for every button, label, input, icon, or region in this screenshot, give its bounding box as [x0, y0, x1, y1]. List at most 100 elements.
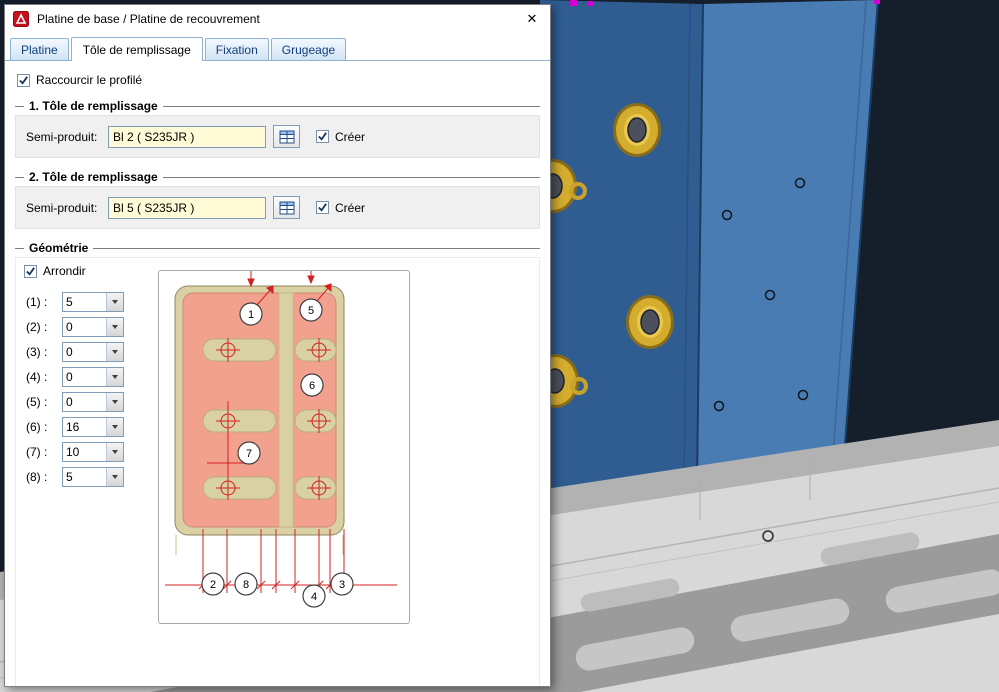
param-1-value[interactable]: [63, 293, 106, 311]
svg-text:5: 5: [308, 305, 314, 317]
checkmark-icon: [18, 75, 29, 86]
round-checkbox[interactable]: [24, 265, 37, 278]
param-5-value[interactable]: [63, 393, 106, 411]
group-filler-plate-1: 1. Tôle de remplissage Semi-produit:: [15, 99, 540, 158]
param-4-combobox[interactable]: [62, 367, 124, 387]
tab-strip: Platine Tôle de remplissage Fixation Gru…: [5, 33, 550, 60]
geometry-diagram: 1 5 6 7 2 8 4 3: [158, 270, 410, 624]
param-3-combobox[interactable]: [62, 342, 124, 362]
dropdown-button[interactable]: [106, 318, 123, 336]
window-title: Platine de base / Platine de recouvremen…: [37, 12, 514, 26]
param-1-combobox[interactable]: [62, 292, 124, 312]
group-geometry: Géométrie Arrondir (1) : (2) :: [15, 241, 540, 686]
param-4-value[interactable]: [63, 368, 106, 386]
param-8-combobox[interactable]: [62, 467, 124, 487]
tab-fixation[interactable]: Fixation: [205, 38, 269, 60]
dropdown-button[interactable]: [106, 293, 123, 311]
dropdown-button[interactable]: [106, 343, 123, 361]
group-rule: [163, 106, 540, 107]
param-3-value[interactable]: [63, 343, 106, 361]
tab-platine[interactable]: Platine: [10, 38, 69, 60]
dialog-window: Platine de base / Platine de recouvremen…: [4, 4, 551, 687]
create-checkbox-2[interactable]: [316, 201, 329, 214]
chevron-down-icon: [112, 375, 118, 379]
svg-text:7: 7: [246, 448, 252, 460]
anchor-bolt[interactable]: [613, 103, 661, 157]
param-6-combobox[interactable]: [62, 417, 124, 437]
tab-label: Grugeage: [282, 43, 335, 57]
chevron-down-icon: [112, 300, 118, 304]
close-button[interactable]: ✕: [514, 6, 550, 32]
param-label-6: (6) :: [26, 420, 62, 434]
svg-text:8: 8: [243, 579, 249, 591]
callout-4: 4: [303, 585, 325, 607]
checkmark-icon: [25, 266, 36, 277]
group-title: 1. Tôle de remplissage: [29, 99, 158, 113]
title-bar[interactable]: Platine de base / Platine de recouvremen…: [5, 5, 550, 33]
callout-8: 8: [235, 573, 257, 595]
param-2-combobox[interactable]: [62, 317, 124, 337]
param-label-2: (2) :: [26, 320, 62, 334]
tab-grugeage[interactable]: Grugeage: [271, 38, 346, 60]
table-icon: [279, 201, 295, 215]
semi-product-input-1[interactable]: [108, 126, 266, 148]
group-rule: [15, 248, 24, 249]
close-icon: ✕: [527, 11, 538, 27]
catalog-button-2[interactable]: [273, 196, 300, 219]
tab-page: Raccourcir le profilé 1. Tôle de remplis…: [5, 60, 550, 686]
dropdown-button[interactable]: [106, 468, 123, 486]
param-label-8: (8) :: [26, 470, 62, 484]
callout-7: 7: [238, 442, 260, 464]
chevron-down-icon: [112, 325, 118, 329]
group-rule: [163, 177, 540, 178]
param-label-3: (3) :: [26, 345, 62, 359]
chevron-down-icon: [112, 400, 118, 404]
round-label: Arrondir: [43, 264, 86, 278]
semi-product-label: Semi-produit:: [26, 130, 108, 144]
svg-text:4: 4: [311, 591, 317, 603]
semi-product-label: Semi-produit:: [26, 201, 108, 215]
semi-product-input-2[interactable]: [108, 197, 266, 219]
steel-column[interactable]: [540, 0, 878, 494]
dropdown-button[interactable]: [106, 393, 123, 411]
param-label-5: (5) :: [26, 395, 62, 409]
svg-text:3: 3: [339, 579, 345, 591]
svg-text:1: 1: [248, 309, 254, 321]
chevron-down-icon: [112, 475, 118, 479]
param-5-combobox[interactable]: [62, 392, 124, 412]
anchor-bolt[interactable]: [626, 295, 674, 349]
dropdown-button[interactable]: [106, 418, 123, 436]
catalog-button-1[interactable]: [273, 125, 300, 148]
tab-label: Tôle de remplissage: [83, 43, 191, 57]
group-filler-plate-2: 2. Tôle de remplissage Semi-produit:: [15, 170, 540, 229]
param-2-value[interactable]: [63, 318, 106, 336]
param-6-value[interactable]: [63, 418, 106, 436]
callout-6: 6: [301, 374, 323, 396]
param-label-7: (7) :: [26, 445, 62, 459]
group-rule: [93, 248, 540, 249]
create-label: Créer: [335, 201, 365, 215]
svg-text:2: 2: [210, 579, 216, 591]
tab-tole-de-remplissage[interactable]: Tôle de remplissage: [71, 37, 203, 61]
chevron-down-icon: [112, 450, 118, 454]
param-8-value[interactable]: [63, 468, 106, 486]
group-rule: [15, 106, 24, 107]
param-7-combobox[interactable]: [62, 442, 124, 462]
svg-text:6: 6: [309, 380, 315, 392]
param-label-4: (4) :: [26, 370, 62, 384]
checkmark-icon: [317, 202, 328, 213]
chevron-down-icon: [112, 425, 118, 429]
dropdown-button[interactable]: [106, 368, 123, 386]
checkmark-icon: [317, 131, 328, 142]
create-checkbox-1[interactable]: [316, 130, 329, 143]
group-rule: [15, 177, 24, 178]
group-title: 2. Tôle de remplissage: [29, 170, 158, 184]
param-7-value[interactable]: [63, 443, 106, 461]
dropdown-button[interactable]: [106, 443, 123, 461]
param-label-1: (1) :: [26, 295, 62, 309]
shorten-profile-checkbox[interactable]: [17, 74, 30, 87]
callout-1: 1: [240, 303, 262, 325]
tab-label: Fixation: [216, 43, 258, 57]
shorten-profile-label: Raccourcir le profilé: [36, 73, 142, 87]
callout-2: 2: [202, 573, 224, 595]
